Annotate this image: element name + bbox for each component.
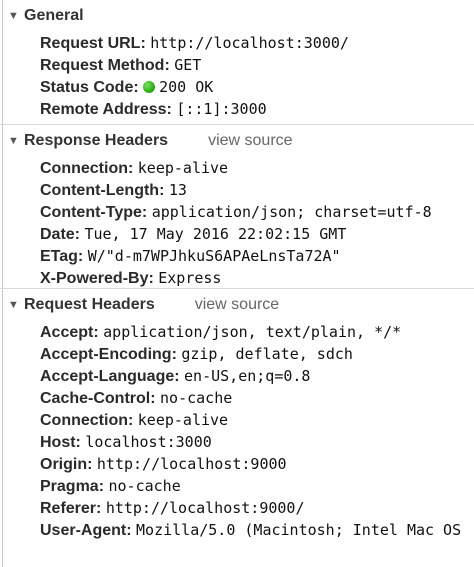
request-headers-section: ▼ Request Headers view source Accept: ap… xyxy=(0,288,474,541)
header-value: http://localhost:9000/ xyxy=(105,499,305,517)
header-row-etag: ETag: W/"d-m7WPJhkuS6APAeLnsTa72A" xyxy=(40,245,474,267)
request-view-source-link[interactable]: view source xyxy=(195,296,279,314)
header-value: Mozilla/5.0 (Macintosh; Intel Mac OS xyxy=(136,521,462,539)
header-row-status-code: Status Code: 200 OK xyxy=(40,76,474,98)
header-key: Accept: xyxy=(40,324,99,341)
header-row-accept-encoding: Accept-Encoding: gzip, deflate, sdch xyxy=(40,343,474,365)
header-row-accept-language: Accept-Language: en-US,en;q=0.8 xyxy=(40,365,474,387)
header-value: no-cache xyxy=(108,477,181,495)
header-row-referer: Referer: http://localhost:9000/ xyxy=(40,497,474,519)
request-headers-section-header[interactable]: ▼ Request Headers view source xyxy=(0,289,474,321)
header-key: Content-Length: xyxy=(40,182,165,199)
header-key: Remote Address: xyxy=(40,101,172,118)
header-value: keep-alive xyxy=(137,159,229,177)
header-value: W/"d-m7WPJhkuS6APAeLnsTa72A" xyxy=(87,247,341,265)
header-key: Connection: xyxy=(40,160,134,177)
header-row-connection: Connection: keep-alive xyxy=(40,409,474,431)
header-key: Pragma: xyxy=(40,478,105,495)
header-row-origin: Origin: http://localhost:9000 xyxy=(40,453,474,475)
header-key: Request Method: xyxy=(40,57,170,74)
header-value: 200 OK xyxy=(159,78,214,96)
header-row-x-powered-by: X-Powered-By: Express xyxy=(40,267,474,289)
header-key: Cache-Control: xyxy=(40,390,156,407)
header-key: Accept-Language: xyxy=(40,368,180,385)
header-value: gzip, deflate, sdch xyxy=(181,345,353,363)
header-row-connection: Connection: keep-alive xyxy=(40,157,474,179)
header-value: application/json; charset=utf-8 xyxy=(151,203,432,221)
header-value: 13 xyxy=(168,181,187,199)
header-row-date: Date: Tue, 17 May 2016 22:02:15 GMT xyxy=(40,223,474,245)
general-section-title: General xyxy=(24,7,84,24)
header-value: [::1]:3000 xyxy=(176,100,267,118)
header-key: Referer: xyxy=(40,500,102,517)
header-key: ETag: xyxy=(40,248,84,265)
header-value: application/json, text/plain, */* xyxy=(103,323,402,341)
expand-triangle-icon: ▼ xyxy=(8,9,19,22)
header-value: http://localhost:3000/ xyxy=(150,34,349,52)
header-key: Origin: xyxy=(40,456,93,473)
header-key: Connection: xyxy=(40,412,134,429)
header-value: no-cache xyxy=(160,389,233,407)
header-row-request-url: Request URL: http://localhost:3000/ xyxy=(40,32,474,54)
header-key: Request URL: xyxy=(40,35,146,52)
request-headers-rows: Accept: application/json, text/plain, */… xyxy=(0,321,474,541)
header-key: Date: xyxy=(40,226,81,243)
header-row-content-type: Content-Type: application/json; charset=… xyxy=(40,201,474,223)
header-key: Status Code: xyxy=(40,79,139,96)
header-value: GET xyxy=(174,56,202,74)
status-ok-icon xyxy=(143,81,156,93)
header-key: Host: xyxy=(40,434,81,451)
header-key: Accept-Encoding: xyxy=(40,346,177,363)
header-key: User-Agent: xyxy=(40,522,132,539)
header-value: Tue, 17 May 2016 22:02:15 GMT xyxy=(84,225,347,243)
expand-triangle-icon: ▼ xyxy=(8,134,19,147)
response-headers-title: Response Headers xyxy=(24,132,169,149)
response-headers-section-header[interactable]: ▼ Response Headers view source xyxy=(0,125,474,157)
general-section-header[interactable]: ▼ General xyxy=(0,0,474,32)
expand-triangle-icon: ▼ xyxy=(8,298,19,311)
response-headers-rows: Connection: keep-alive Content-Length: 1… xyxy=(0,157,474,289)
general-rows: Request URL: http://localhost:3000/ Requ… xyxy=(0,32,474,120)
header-value: en-US,en;q=0.8 xyxy=(184,367,311,385)
header-value: Express xyxy=(158,269,222,287)
header-row-remote-address: Remote Address: [::1]:3000 xyxy=(40,98,474,120)
response-headers-section: ▼ Response Headers view source Connectio… xyxy=(0,124,474,288)
header-key: X-Powered-By: xyxy=(40,270,154,287)
header-row-host: Host: localhost:3000 xyxy=(40,431,474,453)
header-value: http://localhost:9000 xyxy=(96,455,287,473)
header-row-request-method: Request Method: GET xyxy=(40,54,474,76)
header-row-content-length: Content-Length: 13 xyxy=(40,179,474,201)
header-value: localhost:3000 xyxy=(85,433,212,451)
header-value: keep-alive xyxy=(137,411,229,429)
header-row-accept: Accept: application/json, text/plain, */… xyxy=(40,321,474,343)
header-key: Content-Type: xyxy=(40,204,148,221)
response-view-source-link[interactable]: view source xyxy=(208,132,292,150)
request-headers-title: Request Headers xyxy=(24,296,155,313)
header-row-pragma: Pragma: no-cache xyxy=(40,475,474,497)
general-section: ▼ General Request URL: http://localhost:… xyxy=(0,0,474,124)
header-row-cache-control: Cache-Control: no-cache xyxy=(40,387,474,409)
header-row-user-agent: User-Agent: Mozilla/5.0 (Macintosh; Inte… xyxy=(40,519,474,541)
